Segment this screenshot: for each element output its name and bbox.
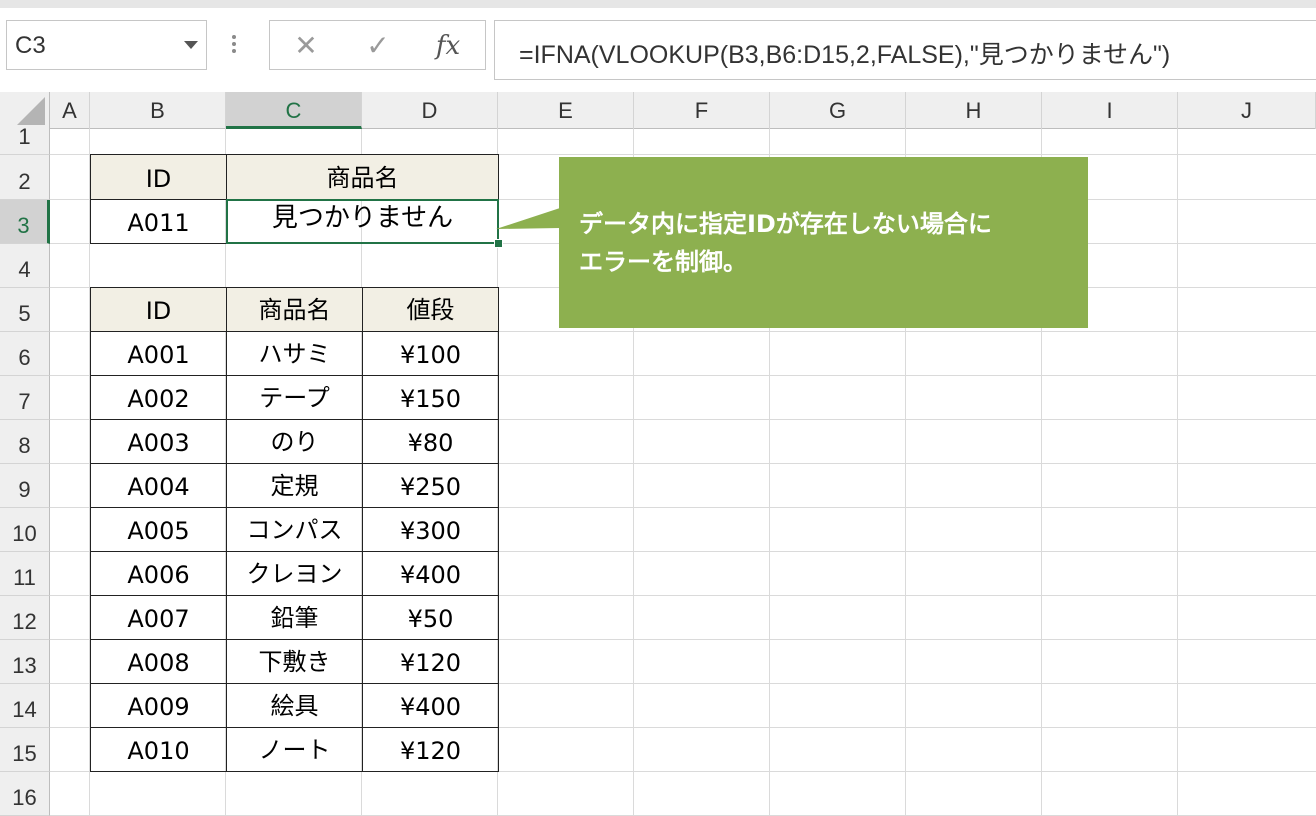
table-cell[interactable]: A002 (90, 375, 227, 420)
table-cell[interactable]: 定規 (226, 463, 363, 508)
table-cell[interactable]: ¥50 (362, 595, 499, 640)
row-number: 6 (18, 345, 31, 370)
cancel-icon[interactable]: ✕ (288, 29, 324, 63)
row-number: 5 (18, 301, 31, 326)
row-number: 10 (12, 521, 37, 546)
table-cell[interactable]: ¥400 (362, 683, 499, 728)
formula-buttons: ✕ ✓ fx (269, 20, 486, 70)
table-cell[interactable]: A007 (90, 595, 227, 640)
column-header-a[interactable]: A (50, 92, 90, 129)
table-cell[interactable]: テープ (226, 375, 363, 420)
table-cell[interactable]: ¥150 (362, 375, 499, 420)
table-header-cell[interactable]: 商品名 (226, 287, 363, 332)
insert-function-icon[interactable]: fx (430, 29, 466, 63)
row-header-14[interactable]: 14 (0, 684, 50, 728)
row-number: 8 (18, 433, 31, 458)
table-cell[interactable]: ¥250 (362, 463, 499, 508)
table-cell[interactable]: ¥400 (362, 551, 499, 596)
column-header-h[interactable]: H (906, 92, 1042, 129)
row-number: 12 (12, 609, 37, 634)
cell-b2[interactable]: ID (90, 154, 227, 200)
column-header-g[interactable]: G (770, 92, 906, 129)
grid-line (1177, 129, 1178, 816)
row-number: 3 (17, 213, 30, 238)
window-top-strip (0, 0, 1316, 8)
table-header-cell[interactable]: ID (90, 287, 227, 332)
row-header-15[interactable]: 15 (0, 728, 50, 772)
row-number: 7 (18, 389, 31, 414)
table-cell[interactable]: A003 (90, 419, 227, 464)
cell-b3[interactable]: A011 (90, 199, 227, 244)
table-cell[interactable]: A010 (90, 727, 227, 772)
formula-text: =IFNA(VLOOKUP(B3,B6:D15,2,FALSE),"見つかりませ… (519, 41, 1171, 69)
column-header-c[interactable]: C (226, 92, 362, 129)
callout-box: データ内に指定IDが存在しない場合に エラーを制御。 (559, 157, 1088, 328)
row-header-5[interactable]: 5 (0, 288, 50, 332)
table-cell[interactable]: のり (226, 419, 363, 464)
row-number: 11 (13, 565, 36, 590)
table-cell[interactable]: 下敷き (226, 639, 363, 684)
name-box[interactable]: C3 (6, 20, 207, 70)
fill-handle[interactable] (494, 239, 503, 248)
row-header-6[interactable]: 6 (0, 332, 50, 376)
callout-line-1: データ内に指定IDが存在しない場合に (579, 210, 992, 238)
row-header-16[interactable]: 16 (0, 772, 50, 816)
formula-bar: C3 ✕ ✓ fx =IFNA(VLOOKUP(B3,B6:D15,2,FALS… (0, 8, 1316, 92)
column-header-e[interactable]: E (498, 92, 634, 129)
table-header-cell[interactable]: 値段 (362, 287, 499, 332)
check-icon[interactable]: ✓ (360, 29, 396, 63)
row-header-9[interactable]: 9 (0, 464, 50, 508)
callout-pointer (496, 208, 560, 229)
callout-text: データ内に指定IDが存在しない場合に エラーを制御。 (579, 205, 992, 281)
table-cell[interactable]: コンパス (226, 507, 363, 552)
table-cell[interactable]: ¥300 (362, 507, 499, 552)
column-header-j[interactable]: J (1178, 92, 1316, 129)
column-header-i[interactable]: I (1042, 92, 1178, 129)
select-all-triangle-icon (17, 97, 45, 125)
row-header-8[interactable]: 8 (0, 420, 50, 464)
formula-input[interactable]: =IFNA(VLOOKUP(B3,B6:D15,2,FALSE),"見つかりませ… (494, 20, 1316, 80)
row-number: 9 (18, 477, 31, 502)
row-number: 16 (12, 785, 37, 810)
row-header-10[interactable]: 10 (0, 508, 50, 552)
row-number: 2 (18, 169, 31, 194)
row-number: 15 (12, 741, 37, 766)
cell-c3-active[interactable]: 見つかりません (226, 199, 499, 244)
table-cell[interactable]: ¥120 (362, 727, 499, 772)
table-cell[interactable]: A006 (90, 551, 227, 596)
drag-handle-icon[interactable] (232, 35, 236, 59)
callout-line-2: エラーを制御。 (579, 248, 747, 276)
row-header-2[interactable]: 2 (0, 155, 50, 200)
row-number: 1 (18, 124, 31, 149)
row-header-12[interactable]: 12 (0, 596, 50, 640)
row-header-11[interactable]: 11 (0, 552, 50, 596)
row-header-7[interactable]: 7 (0, 376, 50, 420)
column-header-f[interactable]: F (634, 92, 770, 129)
column-header-d[interactable]: D (362, 92, 498, 129)
table-cell[interactable]: A004 (90, 463, 227, 508)
row-number: 14 (12, 697, 37, 722)
table-cell[interactable]: 鉛筆 (226, 595, 363, 640)
table-cell[interactable]: ハサミ (226, 331, 363, 376)
table-cell[interactable]: A009 (90, 683, 227, 728)
table-cell[interactable]: ¥120 (362, 639, 499, 684)
row-header-3[interactable]: 3 (0, 200, 50, 244)
table-cell[interactable]: ¥100 (362, 331, 499, 376)
table-cell[interactable]: A008 (90, 639, 227, 684)
row-number: 13 (12, 653, 37, 678)
row-header-13[interactable]: 13 (0, 640, 50, 684)
table-cell[interactable]: A005 (90, 507, 227, 552)
table-cell[interactable]: A001 (90, 331, 227, 376)
table-cell[interactable]: ¥80 (362, 419, 499, 464)
row-number: 4 (18, 257, 31, 282)
row-header-1[interactable]: 1 (0, 124, 50, 155)
table-cell[interactable]: クレヨン (226, 551, 363, 596)
table-cell[interactable]: ノート (226, 727, 363, 772)
name-box-value: C3 (15, 32, 46, 59)
column-header-b[interactable]: B (90, 92, 226, 129)
table-cell[interactable]: 絵具 (226, 683, 363, 728)
chevron-down-icon[interactable] (184, 41, 198, 49)
row-header-4[interactable]: 4 (0, 244, 50, 288)
cell-c2[interactable]: 商品名 (226, 154, 499, 200)
